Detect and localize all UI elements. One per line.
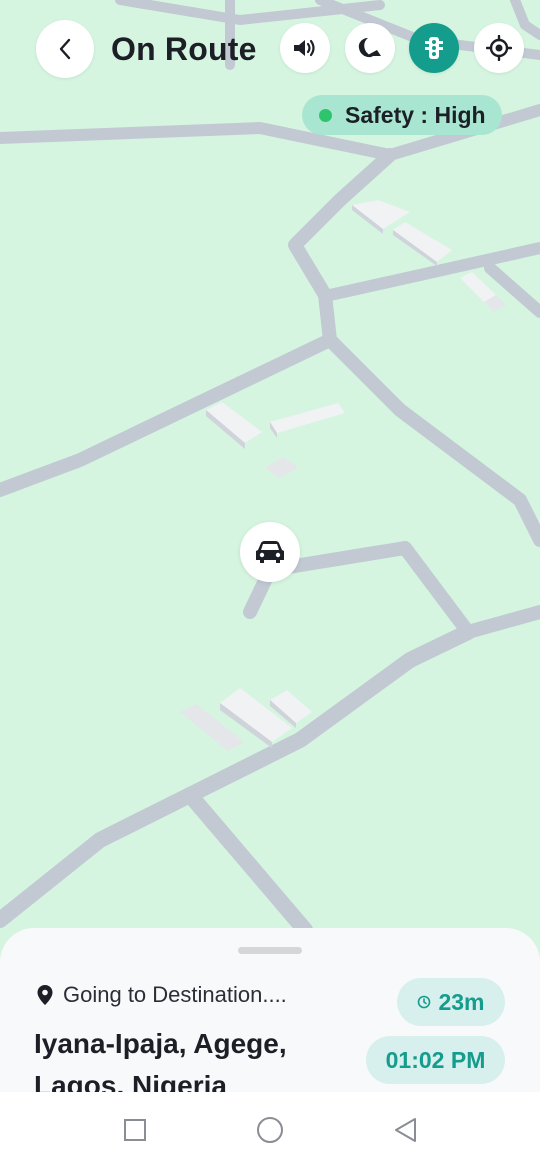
sound-button[interactable] xyxy=(280,23,330,73)
trip-status-row: Going to Destination.... xyxy=(36,982,287,1008)
traffic-button[interactable] xyxy=(409,23,459,73)
location-pin-icon xyxy=(36,984,54,1006)
arrival-time-value: 01:02 PM xyxy=(385,1046,486,1073)
speaker-icon xyxy=(294,39,315,57)
chevron-left-icon xyxy=(59,38,71,60)
system-back-button[interactable] xyxy=(391,1116,419,1144)
eta-badge: 23m xyxy=(397,978,505,1026)
night-mode-button[interactable] xyxy=(345,23,395,73)
home-button[interactable] xyxy=(256,1116,284,1144)
top-bar: On Route xyxy=(0,0,540,100)
safety-label: Safety : High xyxy=(345,101,486,128)
safety-status-dot xyxy=(319,108,332,122)
destination-line-1: Iyana-Ipaja, Agege, xyxy=(34,1028,287,1059)
car-icon xyxy=(256,541,284,563)
trip-status-text: Going to Destination.... xyxy=(63,982,287,1007)
circle-icon xyxy=(257,1117,283,1143)
system-navigation-bar xyxy=(0,1092,540,1166)
safety-badge: Safety : High xyxy=(302,95,502,135)
vehicle-marker[interactable] xyxy=(240,522,300,582)
traffic-light-icon xyxy=(425,37,443,59)
page-title: On Route xyxy=(111,31,257,67)
crosshair-icon xyxy=(486,35,512,61)
square-icon xyxy=(124,1119,146,1141)
triangle-back-icon xyxy=(395,1118,416,1142)
sheet-drag-handle[interactable] xyxy=(238,947,302,954)
back-button[interactable] xyxy=(36,20,94,78)
moon-icon xyxy=(358,38,381,58)
arrival-time-badge: 01:02 PM xyxy=(366,1036,505,1084)
locate-button[interactable] xyxy=(474,23,524,73)
eta-value: 23m xyxy=(438,988,485,1015)
recent-apps-button[interactable] xyxy=(121,1116,149,1144)
clock-icon xyxy=(418,995,431,1009)
